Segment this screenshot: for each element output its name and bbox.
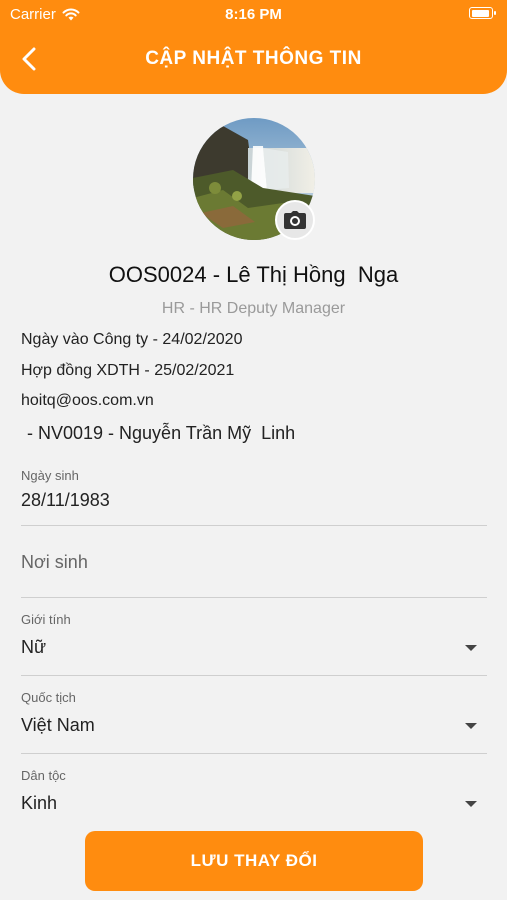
status-time: 8:16 PM (225, 6, 282, 23)
birth-place-field[interactable]: Nơi sinh (21, 526, 487, 598)
status-bar: Carrier 8:16 PM (0, 0, 507, 30)
profile-avatar (193, 118, 315, 240)
save-button-label: LƯU THAY ĐỔI (190, 851, 318, 870)
gender-label: Giới tính (21, 612, 71, 627)
email-text: hoitq@oos.com.vn (21, 392, 154, 409)
dropdown-arrow-icon (465, 801, 477, 807)
contract-info: Hợp đồng XDTH - 25/02/2021 (21, 362, 235, 379)
dropdown-arrow-icon (465, 645, 477, 651)
camera-icon (284, 211, 306, 229)
nationality-label: Quốc tịch (21, 690, 76, 705)
birth-place-placeholder: Nơi sinh (21, 552, 88, 572)
battery-icon (469, 7, 496, 19)
ethnicity-select[interactable]: Dân tộc Kinh (21, 754, 487, 820)
manager-info: - NV0019 - Nguyễn Trần Mỹ Linh (22, 423, 296, 443)
employee-role: HR - HR Deputy Manager (161, 300, 346, 317)
nationality-value: Việt Nam (21, 715, 95, 735)
birth-date-label: Ngày sinh (21, 468, 79, 483)
gender-value: Nữ (21, 637, 47, 657)
dropdown-arrow-icon (465, 723, 477, 729)
change-photo-button[interactable] (275, 200, 315, 240)
employee-name: OOS0024 - Lê Thị Hồng Nga (108, 262, 399, 287)
ethnicity-label: Dân tộc (21, 768, 66, 783)
gender-select[interactable]: Giới tính Nữ (21, 598, 487, 676)
join-date: Ngày vào Công ty - 24/02/2020 (21, 331, 243, 348)
birth-date-field[interactable]: Ngày sinh 28/11/1983 (21, 460, 487, 526)
ethnicity-value: Kinh (21, 793, 58, 813)
save-button[interactable]: LƯU THAY ĐỔI (85, 831, 423, 891)
app-header: Carrier 8:16 PM CẬP NHẬT THÔNG TIN (0, 0, 507, 94)
page-title: CẬP NHẬT THÔNG TIN (145, 48, 362, 69)
birth-date-value: 28/11/1983 (21, 490, 110, 510)
nationality-select[interactable]: Quốc tịch Việt Nam (21, 676, 487, 754)
